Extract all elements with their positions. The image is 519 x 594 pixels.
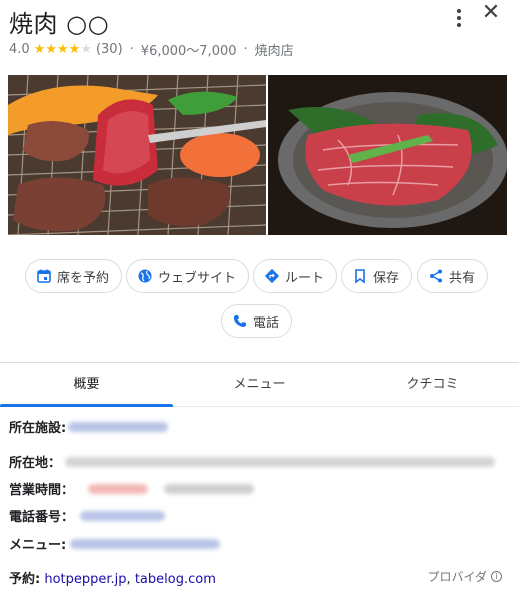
category: 焼肉店 <box>254 44 294 59</box>
rating-row: 4.0 ★ ★ ★ ★ ★ (30) · ¥6,000〜7,000 · 焼肉店 <box>9 40 294 59</box>
address-label: 所在地： <box>9 456 62 471</box>
share-label: 共有 <box>449 270 476 286</box>
calendar-icon <box>36 268 52 284</box>
route-button[interactable]: ルート <box>253 259 338 293</box>
directions-icon <box>264 268 280 284</box>
star-rating: ★ ★ ★ ★ ★ <box>34 43 92 56</box>
reserve-label: 席を予約 <box>57 270 110 286</box>
rating-value: 4.0 <box>9 42 30 57</box>
facility-label: 所在施設: <box>9 421 67 436</box>
hotpepper-link[interactable]: hotpepper.jp <box>44 572 126 587</box>
menu-label: メニュー: <box>9 538 67 553</box>
hours-row: 営業時間： <box>9 479 255 498</box>
bookmark-icon <box>352 268 368 284</box>
photo-strip <box>8 75 507 235</box>
website-label: ウェブサイト <box>158 270 237 286</box>
provider-label: プロバイダ <box>427 570 487 584</box>
phone-icon <box>232 313 248 329</box>
globe-icon <box>137 268 153 284</box>
star-icon: ★ <box>33 42 46 57</box>
facility-row: 所在施設: <box>9 417 169 436</box>
grill-photo[interactable] <box>8 75 266 235</box>
hours-status-redacted <box>88 483 149 494</box>
reserve-button[interactable]: 席を予約 <box>25 259 123 293</box>
route-label: ルート <box>285 270 325 286</box>
share-button[interactable]: 共有 <box>417 259 489 293</box>
save-button[interactable]: 保存 <box>341 259 413 293</box>
phone-value-redacted[interactable] <box>80 510 166 521</box>
tab-reviews[interactable]: クチコミ <box>346 363 519 406</box>
facility-value-redacted[interactable] <box>68 421 169 432</box>
address-value-redacted <box>65 456 496 467</box>
place-title: 焼肉 ○○ <box>9 10 110 38</box>
phone-button[interactable]: 電話 <box>221 304 293 338</box>
meat-plate-photo[interactable] <box>268 75 507 235</box>
tabelog-link[interactable]: tabelog.com <box>135 572 216 587</box>
star-icon: ★ <box>68 42 81 57</box>
price-range: ¥6,000〜7,000 <box>140 44 237 59</box>
tab-bar: 概要 メニュー クチコミ <box>0 363 519 407</box>
website-button[interactable]: ウェブサイト <box>126 259 250 293</box>
provider-row[interactable]: プロバイダ i <box>427 568 502 585</box>
separator: · <box>129 42 134 57</box>
close-icon[interactable]: ✕ <box>479 1 503 25</box>
star-icon: ★ <box>45 42 57 57</box>
review-count[interactable]: (30) <box>96 42 123 57</box>
star-icon: ★ <box>57 42 69 57</box>
reserve-row: 予約: hotpepper.jp, tabelog.com <box>9 568 216 587</box>
more-vert-icon[interactable] <box>451 8 467 28</box>
star-empty-icon: ★ <box>80 42 92 57</box>
menu-link-redacted[interactable] <box>70 538 221 549</box>
address-row: 所在地： <box>9 452 496 471</box>
reserve-row-label: 予約: <box>9 572 41 587</box>
separator: · <box>243 42 248 57</box>
phone-row: 電話番号： <box>9 506 166 525</box>
link-separator: , <box>126 572 131 587</box>
info-icon: i <box>491 571 502 582</box>
phone-number-label: 電話番号： <box>9 510 75 525</box>
tab-overview[interactable]: 概要 <box>0 363 173 407</box>
tab-menu[interactable]: メニュー <box>173 363 346 406</box>
save-label: 保存 <box>373 270 400 286</box>
hours-label: 営業時間： <box>9 483 75 498</box>
hours-value-redacted[interactable] <box>164 483 255 494</box>
menu-row: メニュー: <box>9 534 221 553</box>
share-icon <box>428 268 444 284</box>
phone-label: 電話 <box>253 315 280 331</box>
